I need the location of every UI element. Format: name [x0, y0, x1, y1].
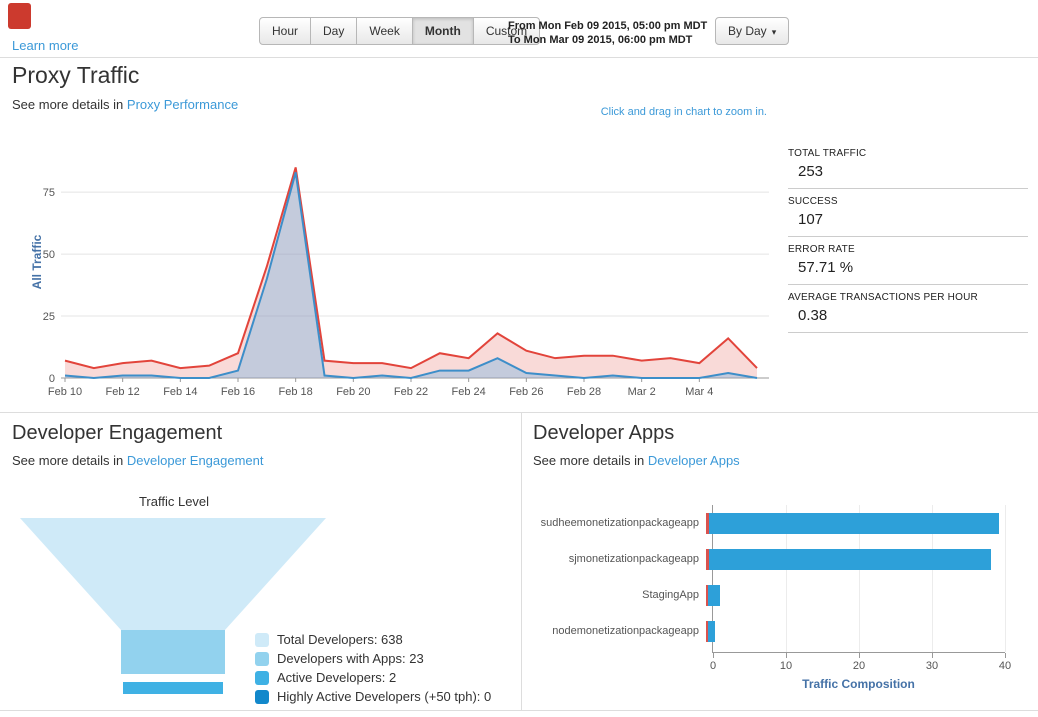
- y-tick-label: 75: [43, 187, 55, 199]
- apps-bar-row: StagingApp: [533, 577, 1025, 613]
- total-traffic-line: [64, 167, 758, 370]
- zoom-hint: Click and drag in chart to zoom in.: [600, 106, 767, 118]
- apps-x-tick: [932, 653, 933, 658]
- legend-item-total-developers: Total Developers: 638: [255, 632, 491, 647]
- apps-bar[interactable]: [706, 512, 999, 534]
- legend-item-developers-with-apps: Developers with Apps: 23: [255, 651, 491, 666]
- funnel-title: Traffic Level: [138, 494, 210, 509]
- x-tick-label: Feb 18: [279, 386, 313, 398]
- app-logo: [8, 3, 31, 29]
- total-traffic-area: [65, 167, 757, 378]
- developer-engagement-title: Developer Engagement: [12, 422, 223, 444]
- stat-success: SUCCESS 107: [788, 196, 1028, 237]
- divider: [521, 412, 522, 711]
- apps-category-label: nodemonetizationpackageapp: [552, 625, 699, 637]
- apps-category-label: sudheemonetizationpackageapp: [540, 517, 699, 529]
- x-tick-label: Feb 22: [394, 386, 428, 398]
- apps-bar[interactable]: [706, 584, 720, 606]
- apps-bar[interactable]: [706, 548, 991, 570]
- apps-x-tick-label: 40: [998, 660, 1012, 672]
- x-tick-label: Feb 12: [106, 386, 140, 398]
- developer-engagement-subtitle: See more details in Developer Engagement: [12, 453, 264, 468]
- proxy-traffic-subtitle: See more details in Proxy Performance: [12, 97, 239, 112]
- time-range-button-group: Hour Day Week Month Custom: [259, 17, 541, 45]
- dashboard-page: Learn more Hour Day Week Month Custom Fr…: [0, 0, 1038, 717]
- traffic-stats-panel: TOTAL TRAFFIC 253 SUCCESS 107 ERROR RATE…: [788, 148, 1028, 340]
- stat-total-traffic: TOTAL TRAFFIC 253: [788, 148, 1028, 189]
- success-area: [65, 172, 757, 378]
- apps-x-tick-label: 30: [925, 660, 939, 672]
- range-button-month[interactable]: Month: [411, 17, 474, 45]
- x-tick-label: Mar 4: [685, 386, 713, 398]
- apps-bar-traffic-segment: [708, 584, 720, 606]
- x-tick-label: Feb 24: [452, 386, 486, 398]
- apps-x-tick: [859, 653, 860, 658]
- range-button-hour[interactable]: Hour: [259, 17, 312, 45]
- proxy-traffic-chart[interactable]: 0 25 50 75 Feb 10 Feb 12 Feb 14 Feb 16 Feb 18 Feb…: [0, 128, 785, 406]
- funnel-legend: Total Developers: 638 Developers with Ap…: [255, 632, 491, 708]
- y-axis-label: All Traffic: [30, 234, 44, 290]
- proxy-performance-link[interactable]: Proxy Performance: [127, 97, 238, 112]
- funnel-stage-active-developers[interactable]: [123, 682, 223, 694]
- apps-x-tick-label: 20: [852, 660, 866, 672]
- divider: [0, 57, 1038, 58]
- divider: [0, 710, 1038, 711]
- apps-x-tick-label: 10: [779, 660, 793, 672]
- learn-more-link[interactable]: Learn more: [12, 38, 78, 53]
- legend-swatch: [255, 632, 269, 647]
- developer-engagement-link[interactable]: Developer Engagement: [127, 453, 264, 468]
- group-by-label: By Day: [728, 24, 767, 38]
- apps-bar-row: sjmonetizationpackageapp: [533, 541, 1025, 577]
- chevron-down-icon: ▾: [771, 27, 777, 37]
- apps-x-axis-label: Traffic Composition: [802, 677, 915, 691]
- developer-apps-title: Developer Apps: [533, 422, 675, 444]
- funnel-stage-total-developers[interactable]: [20, 518, 326, 630]
- apps-bar[interactable]: [706, 620, 715, 642]
- x-tick-label: Mar 2: [628, 386, 656, 398]
- developer-apps-subtitle: See more details in Developer Apps: [533, 453, 740, 468]
- apps-x-tick-label: 0: [709, 660, 717, 672]
- x-tick-label: Feb 14: [163, 386, 197, 398]
- x-tick-label: Feb 28: [567, 386, 601, 398]
- apps-bar-traffic-segment: [708, 620, 715, 642]
- apps-category-label: StagingApp: [642, 589, 699, 601]
- date-range-to: To Mon Mar 09 2015, 06:00 pm MDT: [508, 34, 693, 46]
- divider: [0, 412, 1038, 413]
- apps-bar-traffic-segment: [708, 548, 991, 570]
- y-tick-label: 25: [43, 311, 55, 323]
- group-by-dropdown[interactable]: By Day ▾: [715, 17, 790, 45]
- legend-item-highly-active-developers: Highly Active Developers (+50 tph): 0: [255, 689, 491, 704]
- funnel-stage-developers-with-apps[interactable]: [121, 630, 225, 674]
- apps-category-label: sjmonetizationpackageapp: [568, 553, 699, 565]
- x-tick-label: Feb 20: [336, 386, 370, 398]
- apps-bar-row: sudheemonetizationpackageapp: [533, 505, 1025, 541]
- x-tick-label: Feb 16: [221, 386, 255, 398]
- stat-error-rate: ERROR RATE 57.71 %: [788, 244, 1028, 285]
- legend-swatch: [255, 689, 269, 704]
- y-tick-label: 50: [43, 249, 55, 261]
- developer-apps-link[interactable]: Developer Apps: [648, 453, 740, 468]
- range-button-week[interactable]: Week: [356, 17, 413, 45]
- success-line: [64, 172, 758, 380]
- apps-bar-row: nodemonetizationpackageapp: [533, 613, 1025, 649]
- developer-apps-chart[interactable]: sudheemonetizationpackageapp sjmonetizati…: [533, 505, 1025, 705]
- y-tick-label: 0: [49, 373, 55, 385]
- apps-x-tick: [786, 653, 787, 658]
- x-tick-label: Feb 10: [48, 386, 82, 398]
- apps-x-tick: [713, 653, 714, 658]
- x-tick-label: Feb 26: [509, 386, 543, 398]
- range-button-day[interactable]: Day: [310, 17, 358, 45]
- legend-swatch: [255, 670, 269, 685]
- stat-avg-tph: AVERAGE TRANSACTIONS PER HOUR 0.38: [788, 292, 1028, 333]
- apps-bar-traffic-segment: [708, 512, 999, 534]
- apps-x-tick: [1005, 653, 1006, 658]
- proxy-traffic-title: Proxy Traffic: [12, 62, 140, 88]
- date-range-from: From Mon Feb 09 2015, 05:00 pm MDT: [508, 20, 708, 32]
- legend-item-active-developers: Active Developers: 2: [255, 670, 491, 685]
- date-range-display: From Mon Feb 09 2015, 05:00 pm MDT To Mo…: [508, 19, 707, 47]
- legend-swatch: [255, 651, 269, 666]
